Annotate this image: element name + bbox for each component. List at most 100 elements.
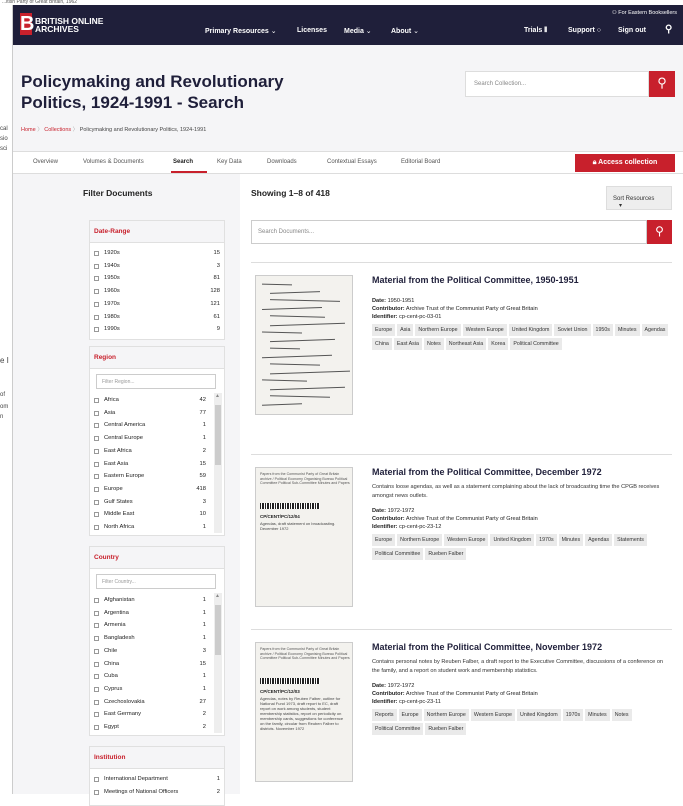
filter-option[interactable]: 1950s 81 — [94, 274, 220, 285]
filter-option[interactable]: East Asia 15 — [94, 460, 220, 471]
nav-sign-out[interactable]: Sign out — [618, 27, 646, 34]
scroll-thumb[interactable] — [215, 605, 221, 655]
subject-tag[interactable]: Northern Europe — [397, 534, 443, 546]
filter-option[interactable]: Asia 77 — [94, 409, 220, 420]
subject-tag[interactable]: Korea — [488, 338, 509, 350]
checkbox[interactable] — [94, 276, 99, 282]
checkbox[interactable] — [94, 699, 99, 705]
nav-about[interactable]: About ⌄ — [391, 27, 419, 35]
checkbox[interactable] — [94, 474, 99, 480]
logo-text[interactable]: BRITISH ONLINE ARCHIVES — [35, 17, 125, 34]
document-thumbnail[interactable]: Papers from the Communist Party of Great… — [255, 467, 353, 607]
search-documents-input[interactable]: Search Documents... — [251, 220, 647, 244]
subject-tag[interactable]: China — [372, 338, 392, 350]
checkbox[interactable] — [94, 263, 99, 269]
tab-volumes-documents[interactable]: Volumes & Documents — [83, 159, 144, 165]
search-documents-button[interactable]: ⚲ — [647, 220, 672, 244]
sort-resources-dropdown[interactable]: Sort Resources ▾ — [606, 186, 672, 210]
filter-option[interactable]: 1990s 9 — [94, 325, 220, 336]
tab-search[interactable]: Search — [173, 159, 193, 165]
result-title[interactable]: Material from the Political Committee, N… — [372, 642, 602, 652]
nav-support[interactable]: Support ○ — [568, 27, 601, 34]
checkbox[interactable] — [94, 648, 99, 654]
checkbox[interactable] — [94, 289, 99, 295]
checkbox[interactable] — [94, 314, 99, 320]
subject-tag[interactable]: Western Europe — [444, 534, 489, 546]
checkbox[interactable] — [94, 686, 99, 692]
tab-editorial-board[interactable]: Editorial Board — [401, 159, 440, 165]
subject-tag[interactable]: United Kingdom — [490, 534, 535, 546]
subject-tag[interactable]: United Kingdom — [508, 324, 553, 336]
checkbox[interactable] — [94, 499, 99, 505]
checkbox[interactable] — [94, 486, 99, 492]
subject-tag[interactable]: 1950s — [592, 324, 613, 336]
result-title[interactable]: Material from the Political Committee, D… — [372, 467, 602, 477]
subject-tag[interactable]: Europe — [398, 709, 422, 721]
filter-option[interactable]: Africa 42 — [94, 396, 220, 407]
filter-option[interactable]: 1960s 128 — [94, 287, 220, 298]
filter-option[interactable]: Bangladesh 1 — [94, 634, 220, 645]
filter-option[interactable]: 1920s 15 — [94, 249, 220, 260]
subject-tag[interactable]: United Kingdom — [517, 709, 561, 721]
result-title[interactable]: Material from the Political Committee, 1… — [372, 275, 579, 285]
tab-contextual-essays[interactable]: Contextual Essays — [327, 159, 377, 165]
checkbox[interactable] — [94, 410, 99, 416]
filter-option[interactable]: China 15 — [94, 660, 220, 671]
filter-option[interactable]: 1940s 3 — [94, 262, 220, 273]
subject-tag[interactable]: East Asia — [393, 338, 422, 350]
search-collection-input[interactable]: Search Collection... — [465, 71, 649, 97]
checkbox[interactable] — [94, 712, 99, 718]
checkbox[interactable] — [94, 327, 99, 333]
filter-region-input[interactable]: Filter Region... — [96, 374, 216, 389]
subject-tag[interactable]: Western Europe — [470, 709, 515, 721]
subject-tag[interactable]: Rueben Falber — [425, 548, 467, 560]
filter-option[interactable]: Middle East 10 — [94, 510, 220, 521]
checkbox[interactable] — [94, 512, 99, 518]
nav-media[interactable]: Media ⌄ — [344, 27, 372, 35]
filter-option[interactable]: Europe 418 — [94, 485, 220, 496]
subject-tag[interactable]: 1970s — [536, 534, 557, 546]
filter-option[interactable]: Meetings of National Officers 2 — [94, 788, 220, 799]
subject-tag[interactable]: Northern Europe — [423, 709, 469, 721]
filter-option[interactable]: Egypt 2 — [94, 723, 220, 734]
subject-tag[interactable]: Agendas — [585, 534, 613, 546]
subject-tag[interactable]: Rueben Falber — [425, 723, 467, 735]
nav-trials[interactable]: Trials ⫴ — [524, 27, 547, 35]
document-thumbnail[interactable] — [255, 275, 353, 415]
checkbox[interactable] — [94, 423, 99, 429]
checkbox[interactable] — [94, 436, 99, 442]
filter-option[interactable]: Central America 1 — [94, 421, 220, 432]
checkbox[interactable] — [94, 598, 99, 603]
subject-tag[interactable]: Reports — [372, 709, 397, 721]
filter-option[interactable]: Eastern Europe 59 — [94, 472, 220, 483]
filter-option[interactable]: 1980s 61 — [94, 313, 220, 324]
subject-tag[interactable]: Northern Europe — [415, 324, 461, 336]
subject-tag[interactable]: Northeast Asia — [445, 338, 487, 350]
subject-tag[interactable]: Europe — [372, 534, 396, 546]
filter-option[interactable]: Afghanistan 1 — [94, 596, 220, 607]
checkbox[interactable] — [94, 461, 99, 467]
tab-key-data[interactable]: Key Data — [217, 159, 242, 165]
subject-tag[interactable]: 1970s — [562, 709, 584, 721]
logo-mark[interactable]: B — [20, 13, 34, 35]
scroll-up-icon[interactable]: ▲ — [215, 393, 220, 399]
filter-option[interactable]: 1970s 121 — [94, 300, 220, 311]
filter-option[interactable]: East Africa 2 — [94, 447, 220, 458]
subject-tag[interactable]: Political Committee — [372, 548, 424, 560]
checkbox[interactable] — [94, 636, 99, 642]
filter-option[interactable]: Central Europe 1 — [94, 434, 220, 445]
filter-option[interactable]: Cuba 1 — [94, 672, 220, 683]
tab-overview[interactable]: Overview — [33, 159, 58, 165]
nav-primary-resources[interactable]: Primary Resources ⌄ — [205, 27, 277, 35]
filter-option[interactable]: Czechoslovakia 27 — [94, 698, 220, 709]
nav-licenses[interactable]: Licenses — [297, 27, 327, 34]
filter-option[interactable]: Gulf States 3 — [94, 498, 220, 509]
filter-option[interactable]: East Germany 2 — [94, 710, 220, 721]
checkbox[interactable] — [94, 448, 99, 454]
tab-downloads[interactable]: Downloads — [267, 159, 297, 165]
access-collection-button[interactable]: 🔒︎ Access collection — [575, 154, 675, 172]
filter-option[interactable]: North Africa 1 — [94, 523, 220, 534]
filter-option[interactable]: Chile 3 — [94, 647, 220, 658]
subject-tag[interactable]: Western Europe — [462, 324, 507, 336]
subject-tag[interactable]: Notes — [423, 338, 444, 350]
